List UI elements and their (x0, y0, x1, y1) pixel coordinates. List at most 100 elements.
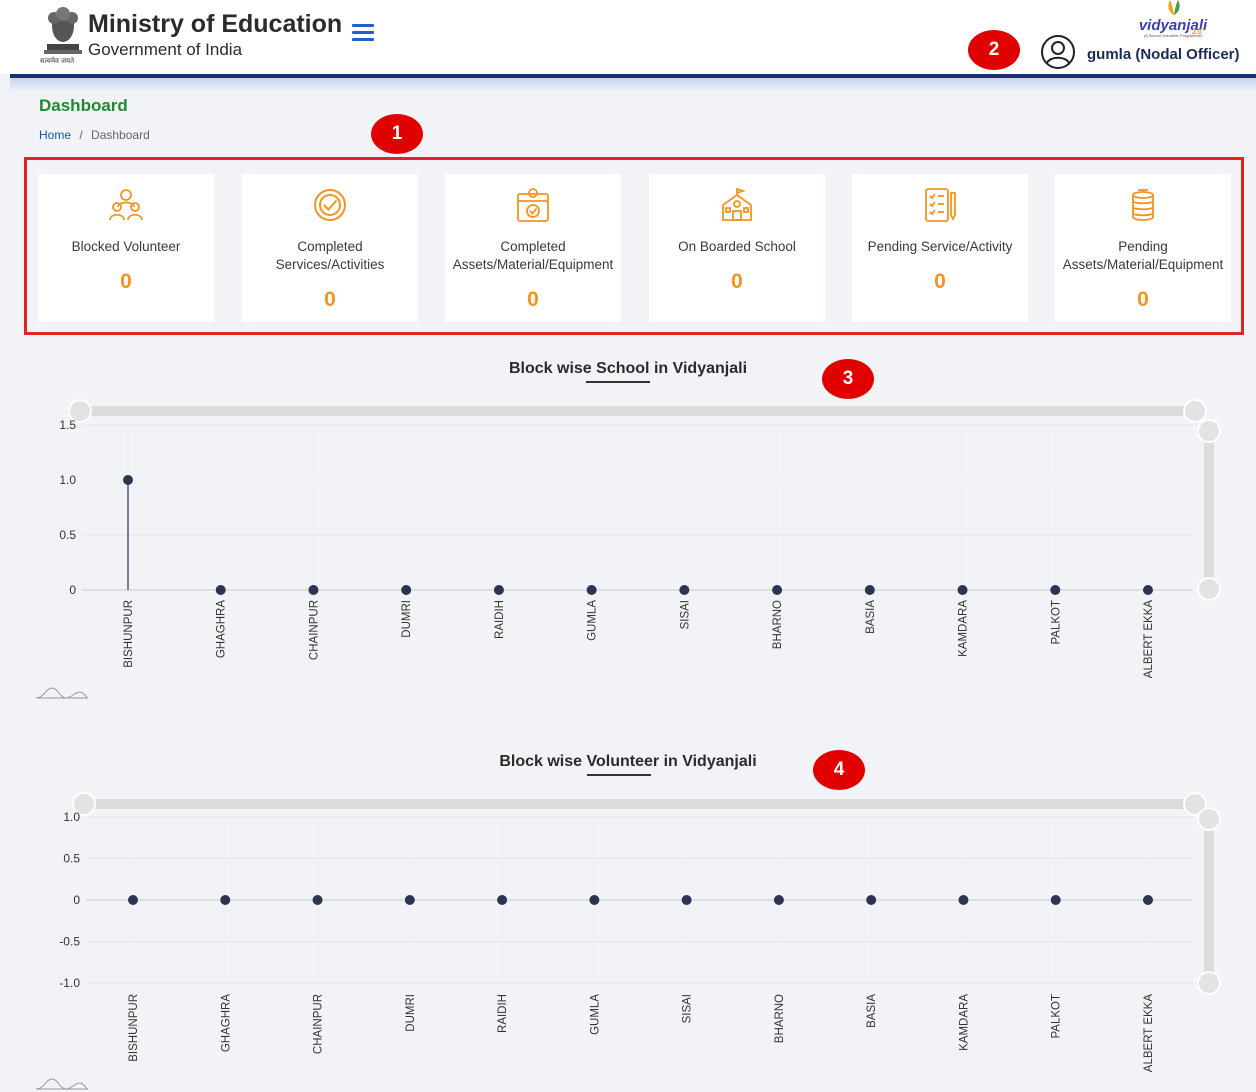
card-value: 0 (527, 288, 539, 311)
ministry-subtitle: Government of India (88, 40, 243, 59)
chart-vertical-scrollbar (1204, 431, 1214, 589)
scrollbar-grip-handle[interactable] (1197, 971, 1221, 995)
annotation-marker-1: 1 (371, 114, 423, 154)
vidyanjali-version: 2.0 (1192, 29, 1202, 36)
card-value: 0 (120, 270, 132, 293)
chart-horizontal-scrollbar (78, 799, 1203, 809)
top-header: Ministry of Education Government of Indi… (0, 0, 1256, 74)
x-tick-label: ALBERT EKKA (1143, 994, 1155, 1073)
x-tick-label: RAIDIH (494, 600, 506, 639)
volunteer-chart: 1.0 0.5 0 -0.5 -1.0 BISHUNPUR GHAGHRA CHAINPUR D… (59, 792, 1221, 1073)
data-point (404, 895, 415, 905)
data-point (123, 475, 133, 485)
card-value: 0 (934, 270, 946, 293)
school-chart-title-suffix: in Vidyanjali (653, 360, 748, 377)
x-tick-label: SISAI (682, 994, 694, 1023)
data-point (958, 895, 969, 905)
volunteer-chart-title-prefix: Block wise (499, 753, 583, 770)
data-point (1143, 585, 1153, 595)
page-title: Dashboard (39, 96, 128, 115)
user-circle-icon[interactable] (1040, 34, 1076, 70)
chart-zoom-reset-icon[interactable] (36, 686, 88, 700)
volunteer-chart-title-suffix: in Vidyanjali (663, 753, 757, 770)
y-tick-label: 1.5 (59, 418, 76, 432)
card-label: Pending Service/Activity (867, 239, 1013, 254)
x-tick-label: CHAINPUR (313, 994, 325, 1054)
data-point (401, 585, 412, 595)
card-onboarded-school[interactable]: On Boarded School 0 (649, 174, 825, 322)
breadcrumb: Home / Dashboard (39, 128, 150, 142)
card-label: On Boarded School (678, 239, 796, 254)
y-tick-label: 0.5 (59, 528, 76, 542)
x-tick-label: BHARNO (772, 600, 784, 649)
card-completed-services[interactable]: Completed Services/Activities 0 (242, 174, 418, 322)
breadcrumb-current: Dashboard (91, 128, 150, 142)
x-tick-label: ALBERT EKKA (1143, 600, 1155, 679)
card-pending-service[interactable]: Pending Service/Activity 0 (852, 174, 1028, 322)
card-value: 0 (324, 288, 336, 311)
volunteer-chart-title-underline (587, 774, 651, 776)
x-tick-label: BISHUNPUR (128, 994, 140, 1062)
scrollbar-grip-handle[interactable] (1197, 807, 1221, 831)
data-point (1050, 895, 1061, 905)
data-point (312, 895, 323, 905)
x-tick-label: GUMLA (587, 600, 599, 641)
x-tick-label: GHAGHRA (220, 994, 232, 1052)
data-point (497, 895, 508, 905)
x-tick-label: BISHUNPUR (123, 600, 135, 668)
breadcrumb-home-link[interactable]: Home (39, 128, 71, 142)
x-tick-label: SISAI (679, 600, 691, 629)
x-tick-label: PALKOT (1051, 994, 1063, 1039)
leaf-icon (1168, 0, 1180, 15)
y-tick-label: 1.0 (59, 473, 76, 487)
card-label: Pending Assets/Material/Equipment (1062, 239, 1224, 272)
x-tick-label: KAMDARA (958, 600, 970, 657)
school-chart-title-underline (586, 381, 650, 383)
school-chart-title: Block wise School in Vidyanjali (0, 360, 1256, 378)
scrollbar-grip-handle[interactable] (1183, 399, 1207, 423)
scrollbar-grip-handle[interactable] (1197, 577, 1221, 601)
school-chart-title-prefix: Block wise (508, 360, 592, 377)
data-point (957, 585, 968, 595)
data-point (1143, 895, 1153, 905)
card-pending-assets[interactable]: Pending Assets/Material/Equipment 0 (1055, 174, 1231, 322)
y-tick-label: -0.5 (59, 935, 80, 949)
user-name-label[interactable]: gumla (Nodal Officer) (1087, 46, 1240, 63)
chart-zoom-reset-icon[interactable] (36, 1077, 88, 1091)
data-point (128, 895, 138, 905)
data-point (773, 895, 784, 905)
y-tick-label: 0.5 (63, 852, 80, 866)
x-tick-label: BHARNO (774, 994, 786, 1043)
data-point (308, 585, 319, 595)
school-icon (722, 187, 752, 221)
data-point (1050, 585, 1061, 595)
hamburger-icon[interactable] (352, 24, 374, 44)
card-value: 0 (731, 270, 743, 293)
y-tick-label: 0 (73, 893, 80, 907)
header-shadow (10, 78, 1256, 92)
chart-horizontal-scrollbar (74, 406, 1203, 416)
volunteer-chart-title: Block wise Volunteer in Vidyanjali (0, 753, 1256, 771)
volunteers-icon (109, 189, 143, 221)
data-point (589, 895, 600, 905)
school-chart-title-keyword: School (596, 360, 650, 377)
scrollbar-grip-handle[interactable] (1197, 419, 1221, 443)
data-point (866, 895, 877, 905)
school-chart: 1.5 1.0 0.5 0 BISHUNPUR GHAGHRA CHAINPUR DUMRI R… (59, 399, 1221, 679)
x-tick-label: CHAINPUR (308, 600, 320, 660)
data-point (493, 585, 504, 595)
data-point (681, 895, 692, 905)
breadcrumb-separator: / (79, 128, 83, 142)
vidyanjali-logo: vidyanjali 2.0 (A School Volunteer Progr… (1128, 0, 1218, 46)
x-tick-label: GUMLA (589, 994, 601, 1035)
card-value: 0 (1137, 288, 1149, 311)
annotation-marker-2: 2 (968, 30, 1020, 70)
card-blocked-volunteer[interactable]: Blocked Volunteer 0 (38, 174, 214, 322)
x-tick-label: DUMRI (405, 994, 417, 1032)
card-completed-assets[interactable]: Completed Assets/Material/Equipment 0 (445, 174, 621, 322)
card-label: Completed Assets/Material/Equipment (452, 239, 614, 272)
y-tick-label: 0 (69, 583, 76, 597)
y-tick-label: -1.0 (59, 976, 80, 990)
chart-vertical-scrollbar (1204, 819, 1214, 983)
card-label: Blocked Volunteer (71, 239, 181, 254)
